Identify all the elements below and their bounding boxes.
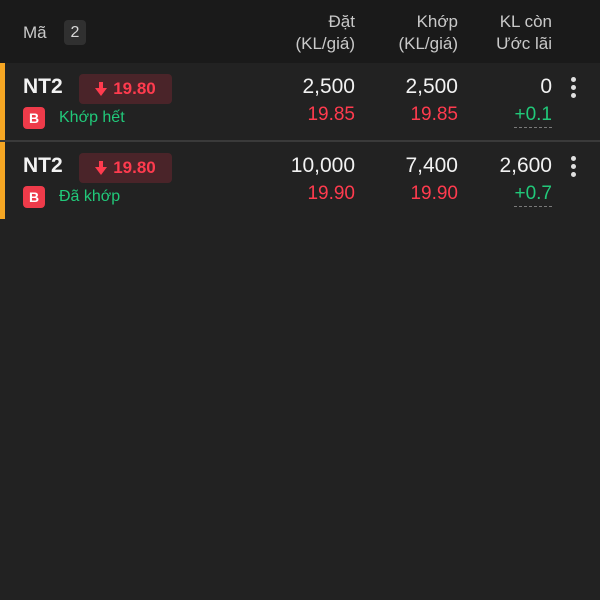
- order-row[interactable]: NT2 19.80 B Đã khớp 10,000 19.90 7,400 1…: [0, 142, 600, 219]
- dat-price: 19.90: [307, 183, 355, 204]
- header-col-kl: KL còn Ước lãi: [496, 11, 552, 55]
- order-status: Khớp hết: [59, 109, 125, 126]
- symbol: NT2: [23, 154, 63, 177]
- header-col-khop-sub: (KL/giá): [398, 34, 458, 53]
- order-count-badge: 2: [64, 20, 86, 45]
- khop-qty: 2,500: [405, 75, 458, 98]
- price-badge-value: 19.80: [113, 158, 156, 177]
- order-row[interactable]: NT2 19.80 B Khớp hết 2,500 19.85 2,500 1…: [0, 63, 600, 140]
- dat-price: 19.85: [307, 104, 355, 125]
- table-header: Mã 2 Đặt (KL/giá) Khớp (KL/giá) KL còn Ư…: [0, 0, 600, 63]
- side-badge: B: [23, 107, 45, 129]
- arrow-down-icon: [95, 82, 108, 96]
- symbol: NT2: [23, 75, 63, 98]
- row-accent-bar: [0, 142, 5, 219]
- header-col-dat-title: Đặt: [328, 12, 355, 31]
- more-options-icon[interactable]: [566, 77, 580, 101]
- remaining-qty: 2,600: [499, 154, 552, 177]
- header-col-kl-title: KL còn: [499, 12, 552, 31]
- header-col-khop-title: Khớp: [416, 12, 458, 31]
- khop-price: 19.85: [410, 104, 458, 125]
- order-status: Đã khớp: [59, 188, 121, 205]
- header-col-dat-sub: (KL/giá): [295, 34, 355, 53]
- dat-qty: 2,500: [302, 75, 355, 98]
- arrow-down-icon: [95, 161, 108, 175]
- khop-price: 19.90: [410, 183, 458, 204]
- remaining-qty: 0: [540, 75, 552, 98]
- more-options-icon[interactable]: [566, 156, 580, 180]
- row-accent-bar: [0, 63, 5, 140]
- dat-qty: 10,000: [290, 154, 355, 177]
- price-badge: 19.80: [79, 74, 172, 104]
- price-badge-value: 19.80: [113, 79, 156, 98]
- est-profit[interactable]: +0.7: [514, 183, 552, 207]
- khop-qty: 7,400: [405, 154, 458, 177]
- side-badge: B: [23, 186, 45, 208]
- price-badge: 19.80: [79, 153, 172, 183]
- header-ma-label: Mã: [23, 23, 47, 42]
- header-col-kl-sub: Ước lãi: [496, 34, 552, 53]
- header-col-khop: Khớp (KL/giá): [398, 11, 458, 55]
- header-col-dat: Đặt (KL/giá): [295, 11, 355, 55]
- est-profit[interactable]: +0.1: [514, 104, 552, 128]
